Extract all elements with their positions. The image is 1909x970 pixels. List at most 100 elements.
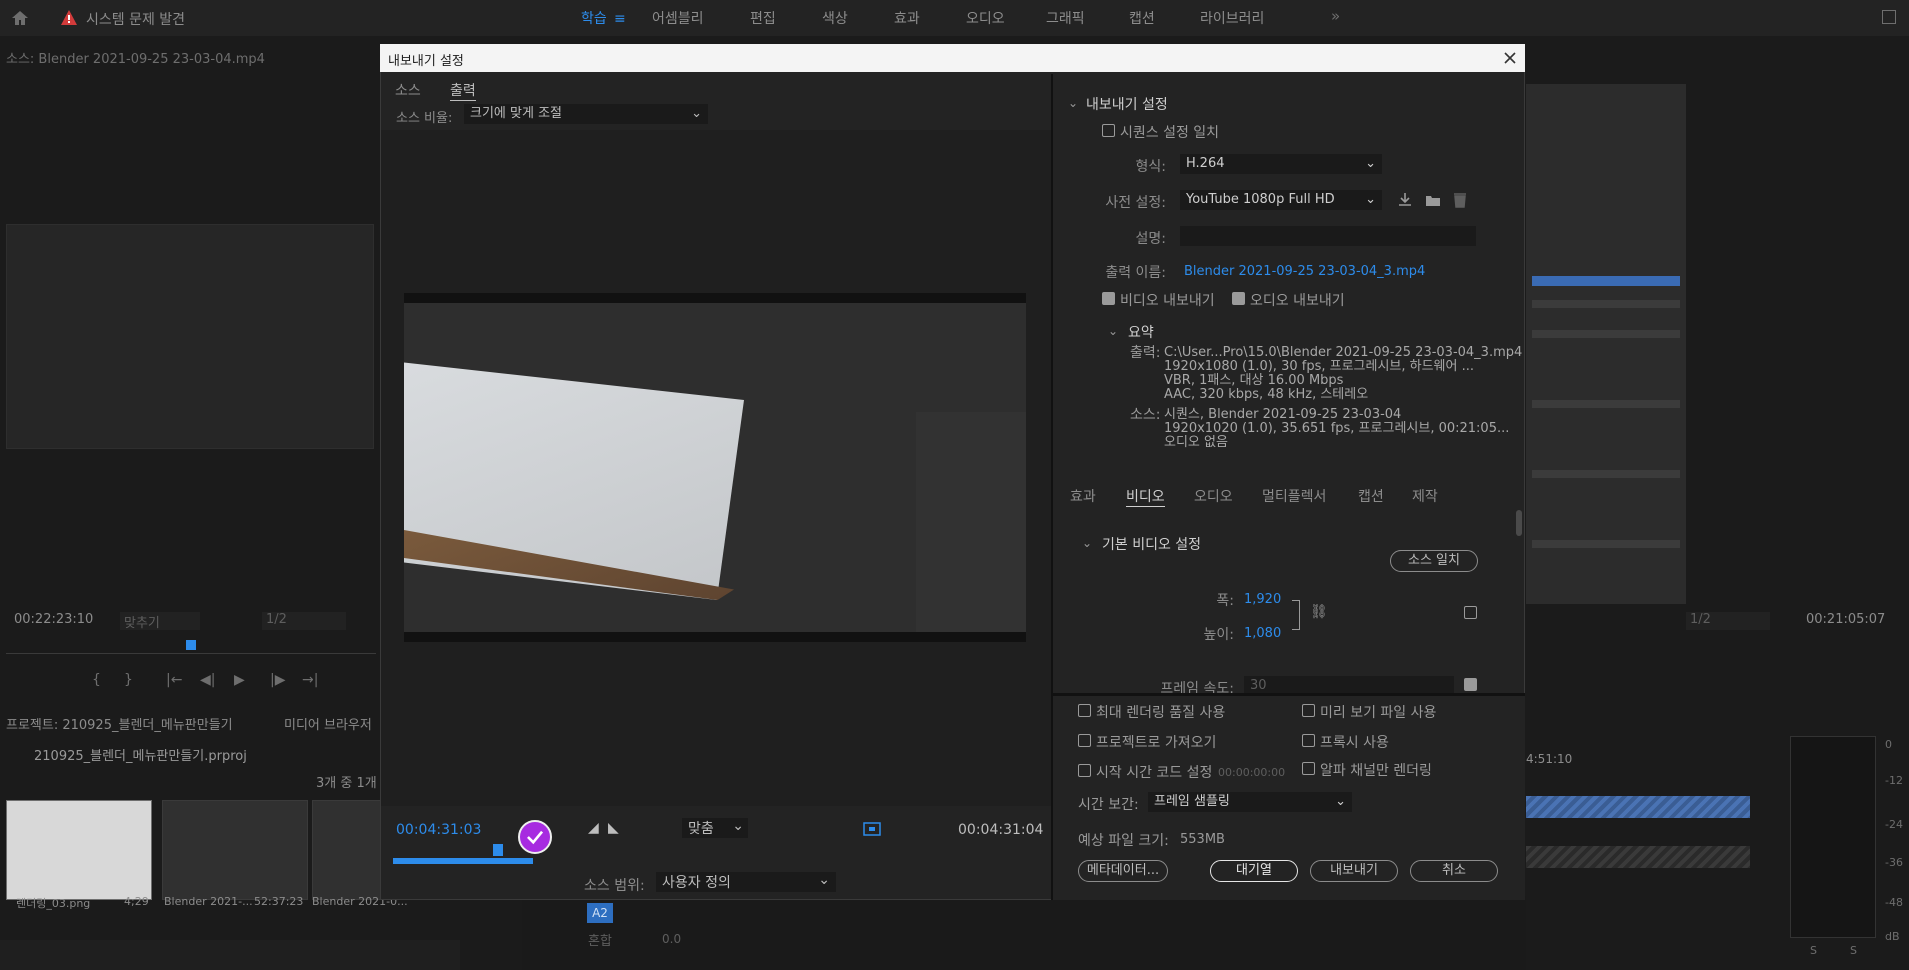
tab-audio[interactable]: 오디오 — [966, 8, 1005, 28]
height-value[interactable]: 1,080 — [1244, 626, 1281, 641]
output-name-link[interactable]: Blender 2021-09-25 23-03-04_3.mp4 — [1184, 264, 1425, 279]
program-timecode[interactable]: 00:21:05:07 — [1806, 612, 1885, 627]
format-select[interactable]: H.264 ⌄ — [1180, 154, 1382, 174]
system-warning-text[interactable]: 시스템 문제 발견 — [86, 9, 185, 29]
source-range-bar[interactable] — [393, 858, 533, 864]
timeline-clip[interactable] — [1526, 846, 1750, 868]
step-back-icon[interactable]: ◀| — [200, 672, 215, 688]
project-thumbnail[interactable] — [6, 800, 152, 900]
source-range-select[interactable]: 사용자 정의 ⌄ — [656, 872, 836, 892]
solo-button[interactable]: S — [1850, 944, 1857, 957]
import-project-checkbox[interactable] — [1078, 734, 1091, 747]
width-height-checkbox[interactable] — [1464, 606, 1477, 619]
home-icon[interactable] — [10, 9, 30, 27]
collapse-icon[interactable]: ⌄ — [1108, 324, 1118, 338]
tab-color[interactable]: 색상 — [822, 8, 848, 28]
workspace-bar — [0, 0, 1909, 36]
tab-multiplexer[interactable]: 멀티플렉서 — [1262, 486, 1326, 506]
export-audio-checkbox[interactable] — [1232, 292, 1245, 305]
use-proxy-checkbox[interactable] — [1302, 734, 1315, 747]
solo-button[interactable]: S — [1810, 944, 1817, 957]
play-icon[interactable]: ▶ — [234, 672, 245, 688]
warning-icon[interactable] — [60, 9, 78, 27]
export-video-checkbox[interactable] — [1102, 292, 1115, 305]
source-monitor-title[interactable]: 소스: Blender 2021-09-25 23-03-04.mp4 — [6, 48, 265, 67]
maximize-icon[interactable] — [1882, 10, 1896, 24]
queue-button[interactable]: 대기열 — [1210, 860, 1298, 882]
time-interpolation-select[interactable]: 프레임 샘플링 ⌄ — [1148, 792, 1352, 812]
close-icon[interactable] — [1500, 48, 1520, 68]
chevron-down-icon: ⌄ — [691, 106, 702, 121]
summary-output-line: AAC, 320 kbps, 48 kHz, 스테레오 — [1164, 387, 1369, 402]
mark-in-icon[interactable]: { — [92, 672, 101, 688]
tab-publish[interactable]: 제작 — [1412, 486, 1438, 506]
collapse-icon[interactable]: ⌄ — [1068, 96, 1078, 110]
match-sequence-checkbox[interactable] — [1102, 124, 1115, 137]
tab-project[interactable]: 프로젝트: 210925_블렌더_메뉴판만들기 — [6, 714, 233, 733]
tab-source[interactable]: 소스 — [395, 80, 421, 100]
project-item-duration: 4;29 — [124, 895, 149, 908]
tab-video[interactable]: 비디오 — [1126, 486, 1165, 507]
dialog-titlebar[interactable] — [380, 44, 1525, 72]
collapse-icon[interactable]: ⌄ — [1082, 536, 1092, 550]
preview-playhead[interactable] — [493, 844, 503, 856]
max-render-quality-checkbox[interactable] — [1078, 704, 1091, 717]
tab-graphics[interactable]: 그래픽 — [1046, 8, 1085, 28]
more-workspaces-icon[interactable]: » — [1331, 7, 1340, 25]
mark-out-icon[interactable]: } — [124, 672, 133, 688]
workspace-menu-icon[interactable]: ≡ — [614, 11, 626, 27]
tab-effects-export[interactable]: 효과 — [1070, 486, 1096, 506]
program-preview-detail — [1532, 276, 1680, 286]
tab-output[interactable]: 출력 — [450, 80, 476, 101]
start-timecode-checkbox[interactable] — [1078, 764, 1091, 777]
source-playhead[interactable] — [186, 640, 196, 650]
match-source-button[interactable]: 소스 일치 — [1390, 550, 1478, 572]
summary-source-line: 오디오 없음 — [1164, 435, 1228, 450]
tab-captions[interactable]: 캡션 — [1129, 8, 1155, 28]
preset-select[interactable]: YouTube 1080p Full HD ⌄ — [1180, 190, 1382, 210]
source-timecode[interactable]: 00:22:23:10 — [14, 612, 93, 627]
source-resolution-select[interactable]: 1/2 — [262, 612, 346, 630]
aspect-toggle-icon[interactable] — [862, 820, 882, 838]
tab-captions-export[interactable]: 캡션 — [1358, 486, 1384, 506]
timeline-clip[interactable] — [1526, 796, 1750, 818]
tab-media-browser[interactable]: 미디어 브라우저 — [284, 714, 372, 733]
go-to-out-icon[interactable]: →| — [302, 672, 318, 688]
alpha-only-label: 알파 채널만 렌더링 — [1320, 763, 1432, 779]
project-thumbnail[interactable] — [312, 800, 382, 900]
import-preset-icon[interactable] — [1424, 191, 1442, 209]
program-resolution-select[interactable]: 1/2 — [1686, 612, 1770, 630]
track-target-a2[interactable]: A2 — [587, 903, 613, 923]
tab-edit[interactable]: 편집 — [750, 8, 776, 28]
preview-files-checkbox[interactable] — [1302, 704, 1315, 717]
source-scaling-select[interactable]: 크기에 맞게 조절 ⌄ — [464, 104, 708, 124]
mark-out-icon[interactable]: ◣ — [608, 820, 619, 836]
metadata-button[interactable]: 메타데이터... — [1078, 860, 1168, 882]
track-mix-value[interactable]: 0.0 — [662, 932, 681, 946]
framerate-checkbox[interactable] — [1464, 678, 1477, 691]
current-timecode[interactable]: 00:04:31:03 — [396, 822, 481, 838]
step-forward-icon[interactable]: |▶ — [270, 672, 285, 688]
alpha-only-checkbox[interactable] — [1302, 762, 1315, 775]
go-to-in-icon[interactable]: |← — [166, 672, 182, 688]
export-button[interactable]: 내보내기 — [1310, 860, 1398, 882]
save-preset-icon[interactable] — [1396, 191, 1414, 209]
delete-preset-icon[interactable] — [1452, 191, 1468, 209]
start-timecode-value[interactable]: 00:00:00:00 — [1218, 766, 1285, 779]
tab-assembly[interactable]: 어셈블리 — [652, 8, 704, 28]
tab-learning[interactable]: 학습 — [581, 8, 607, 28]
tab-libraries[interactable]: 라이브러리 — [1200, 8, 1264, 28]
link-icon[interactable]: ⛓ — [1310, 604, 1328, 620]
width-value[interactable]: 1,920 — [1244, 592, 1281, 607]
description-field[interactable] — [1180, 226, 1476, 246]
tab-effects[interactable]: 효과 — [894, 8, 920, 28]
source-fit-select[interactable]: 맞추기 — [120, 612, 200, 631]
tab-audio-export[interactable]: 오디오 — [1194, 486, 1233, 506]
project-thumbnail[interactable] — [162, 800, 308, 900]
zoom-fit-select[interactable]: 맞춤 ⌄ — [682, 818, 748, 838]
start-timecode-label: 시작 시간 코드 설정 — [1096, 765, 1213, 781]
scrollbar[interactable] — [1516, 510, 1522, 536]
summary-output-line: 1920x1080 (1.0), 30 fps, 프로그레시브, 하드웨어 ..… — [1164, 359, 1475, 374]
cancel-button[interactable]: 취소 — [1410, 860, 1498, 882]
mark-in-icon[interactable]: ◢ — [588, 820, 599, 836]
